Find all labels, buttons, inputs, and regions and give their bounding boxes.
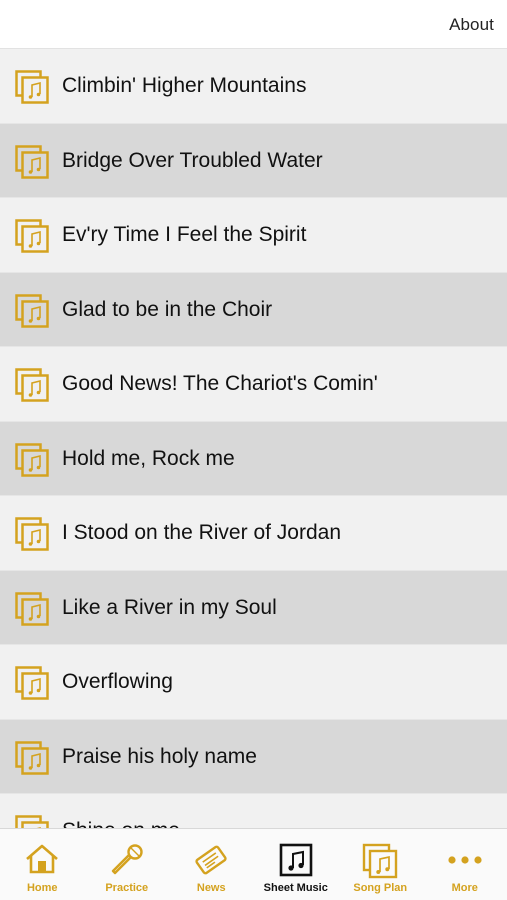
tab-news[interactable]: News [169, 829, 254, 900]
sheet-music-icon [15, 591, 49, 626]
song-title: Like a River in my Soul [62, 595, 277, 619]
song-title: I Stood on the River of Jordan [62, 521, 341, 544]
song-row[interactable]: Climbin' Higher Mountains [0, 49, 507, 124]
sheet-music-icon [15, 368, 49, 402]
tab-label: Practice [105, 882, 149, 894]
song-title: Overflowing [62, 670, 173, 693]
ticket-icon [195, 845, 227, 875]
song-row[interactable]: Shine on me [0, 794, 507, 829]
tab-practice[interactable]: Practice [85, 829, 170, 900]
song-title: Hold me, Rock me [62, 446, 235, 470]
tab-label: Home [26, 882, 58, 894]
song-row[interactable]: I Stood on the River of Jordan [0, 496, 507, 571]
tab-sheet-music[interactable]: Sheet Music [254, 829, 339, 900]
song-list: Climbin' Higher Mountains Bridge Over Tr… [0, 49, 507, 829]
song-title: Ev'ry Time I Feel the Spirit [62, 223, 307, 246]
sheet-music-icon [15, 219, 49, 253]
sheet-music-icon [15, 815, 49, 829]
song-title: Good News! The Chariot's Comin' [62, 372, 378, 395]
song-row[interactable]: Bridge Over Troubled Water [0, 123, 507, 198]
song-row[interactable]: Ev'ry Time I Feel the Spirit [0, 198, 507, 273]
sheet-music-icon [15, 517, 49, 551]
tab-label: Song Plan [353, 882, 408, 894]
song-plan-icon [363, 843, 398, 879]
music-note-icon [279, 843, 313, 877]
song-row[interactable]: Glad to be in the Choir [0, 272, 507, 347]
tab-home[interactable]: Home [0, 829, 85, 900]
sheet-music-icon [15, 442, 49, 477]
sheet-music-icon [15, 70, 49, 104]
more-dots-icon [448, 856, 482, 864]
sheet-music-icon [15, 740, 49, 775]
song-row[interactable]: Hold me, Rock me [0, 421, 507, 496]
song-row[interactable]: Good News! The Chariot's Comin' [0, 347, 507, 422]
song-title: Climbin' Higher Mountains [62, 74, 307, 97]
sheet-music-icon [15, 293, 49, 328]
microphone-icon [111, 844, 143, 875]
tab-more[interactable]: More [423, 829, 507, 900]
song-title: Bridge Over Troubled Water [62, 148, 323, 172]
song-row[interactable]: Overflowing [0, 645, 507, 720]
tab-label: News [196, 882, 226, 894]
sheet-music-icon [15, 666, 49, 700]
song-title: Praise his holy name [62, 744, 257, 768]
tab-song-plan[interactable]: Song Plan [338, 829, 423, 900]
tab-label: Sheet Music [263, 882, 328, 894]
top-bar: About [0, 0, 507, 49]
song-title: Glad to be in the Choir [62, 297, 273, 321]
tab-label: More [451, 882, 478, 894]
tab-bar: Home Practice News Sheet Music Song Plan… [0, 828, 507, 900]
song-row[interactable]: Praise his holy name [0, 719, 507, 794]
song-row[interactable]: Like a River in my Soul [0, 570, 507, 645]
home-icon [26, 844, 59, 874]
sheet-music-icon [15, 144, 49, 179]
about-link[interactable]: About [449, 15, 494, 35]
